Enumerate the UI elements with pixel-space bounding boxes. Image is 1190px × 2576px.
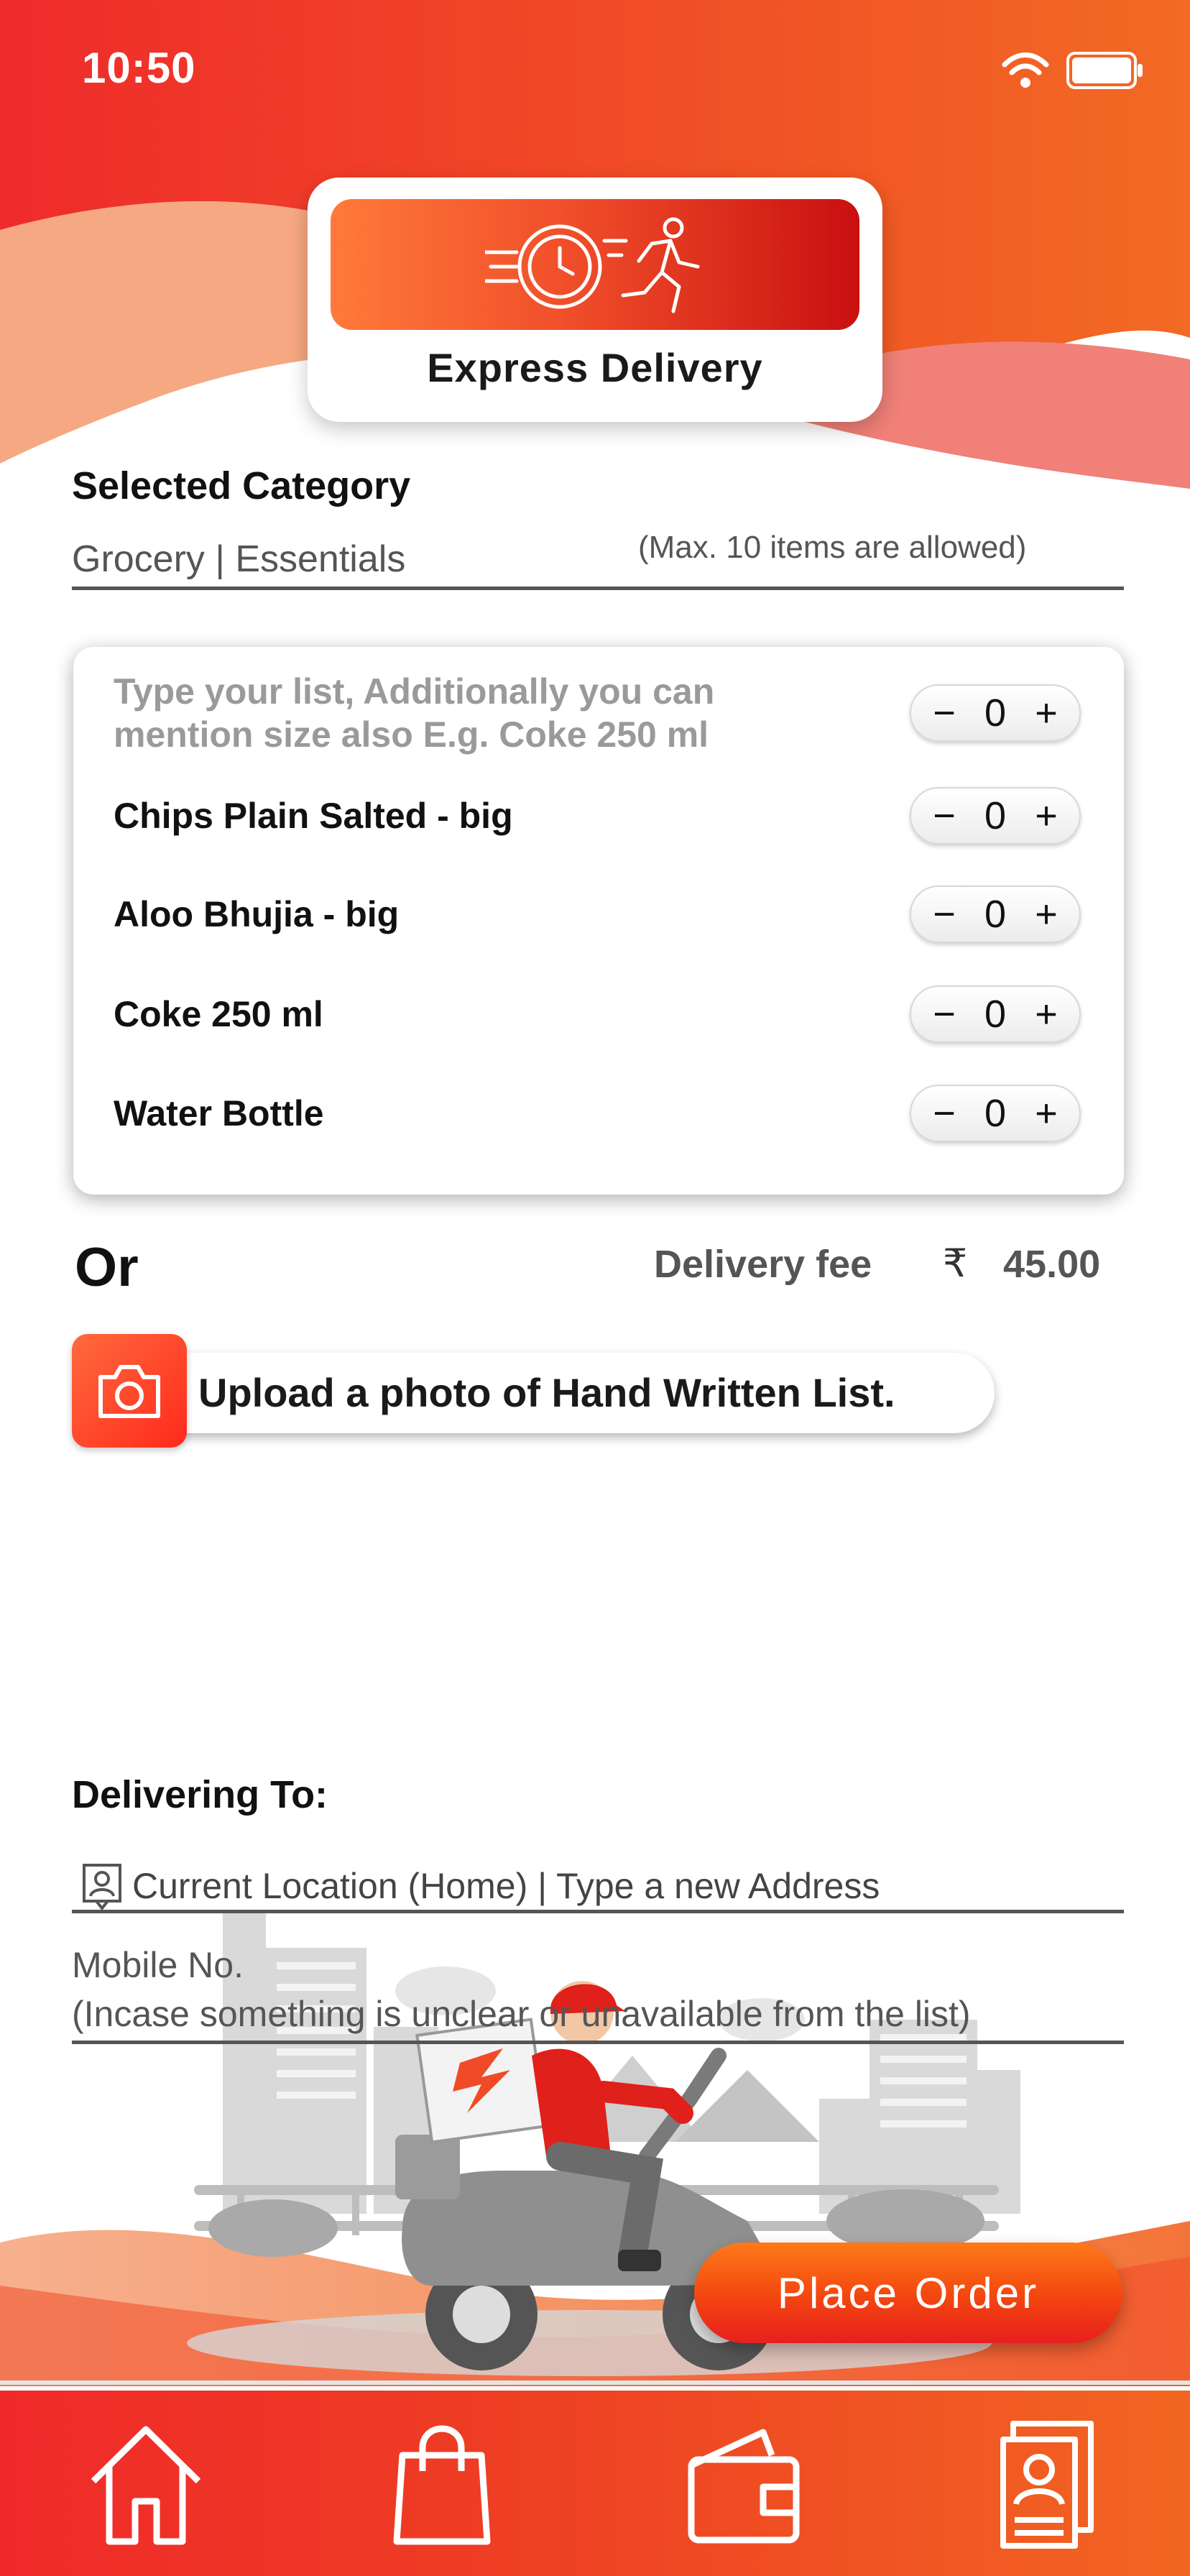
quantity-stepper[interactable]: − 0 + <box>910 787 1081 845</box>
quantity-stepper[interactable]: − 0 + <box>910 1085 1081 1142</box>
status-time: 10:50 <box>82 44 196 92</box>
upload-photo-label: Upload a photo of Hand Written List. <box>198 1370 895 1415</box>
item-name[interactable]: Water Bottle <box>114 1092 324 1134</box>
nav-divider <box>0 2380 1190 2385</box>
mobile-hint: (Incase something is unclear or unavaila… <box>72 1994 971 2034</box>
list-item: Coke 250 ml − 0 + <box>114 985 1081 1043</box>
nav-profile[interactable] <box>984 2415 1107 2552</box>
item-name[interactable]: Aloo Bhujia - big <box>114 893 399 935</box>
item-name[interactable]: Chips Plain Salted - big <box>114 795 513 837</box>
shopping-bag-icon <box>393 2425 491 2545</box>
mobile-number-field[interactable]: Mobile No. (Incase something is unclear … <box>72 1941 1124 2044</box>
camera-button[interactable] <box>72 1334 187 1448</box>
bottom-navigation <box>0 2391 1190 2576</box>
quantity-value: 0 <box>984 993 1007 1036</box>
quantity-value: 0 <box>984 691 1007 735</box>
category-divider <box>72 586 1124 590</box>
list-item: Type your list, Additionally you can men… <box>114 670 1081 756</box>
express-banner <box>331 199 859 330</box>
plus-icon[interactable]: + <box>1030 794 1062 838</box>
plus-icon[interactable]: + <box>1030 1091 1062 1136</box>
wallet-icon <box>688 2429 800 2544</box>
item-list-card: Type your list, Additionally you can men… <box>73 647 1124 1195</box>
quantity-stepper[interactable]: − 0 + <box>910 886 1081 943</box>
minus-icon[interactable]: − <box>928 1091 960 1136</box>
plus-icon[interactable]: + <box>1030 992 1062 1036</box>
item-name[interactable]: Coke 250 ml <box>114 993 323 1035</box>
battery-icon <box>1066 52 1143 89</box>
list-item: Chips Plain Salted - big − 0 + <box>114 787 1081 845</box>
quantity-value: 0 <box>984 794 1007 837</box>
quantity-stepper[interactable]: − 0 + <box>910 684 1081 742</box>
profile-document-icon <box>1000 2421 1094 2549</box>
address-contact-icon <box>83 1864 121 1910</box>
list-item: Aloo Bhujia - big − 0 + <box>114 886 1081 943</box>
selected-category-value[interactable]: Grocery | Essentials <box>72 538 405 581</box>
nav-shop[interactable] <box>381 2415 503 2552</box>
max-items-note: (Max. 10 items are allowed) <box>638 530 1027 565</box>
delivery-fee-value: 45.00 <box>1003 1243 1101 1286</box>
wifi-icon <box>1002 52 1049 88</box>
rupee-icon: ₹ <box>943 1242 968 1285</box>
quantity-value: 0 <box>984 893 1007 936</box>
minus-icon[interactable]: − <box>928 794 960 838</box>
list-item: Water Bottle − 0 + <box>114 1085 1081 1142</box>
page-title: Express Delivery <box>427 345 763 390</box>
mobile-label: Mobile No. <box>72 1945 244 1985</box>
express-delivery-card: Express Delivery <box>308 178 882 422</box>
or-label: Or <box>75 1237 139 1298</box>
minus-icon[interactable]: − <box>928 892 960 937</box>
home-icon <box>91 2426 201 2545</box>
place-order-button[interactable]: Place Order <box>694 2242 1122 2343</box>
minus-icon[interactable]: − <box>928 691 960 735</box>
fast-delivery-icon <box>485 217 700 313</box>
plus-icon[interactable]: + <box>1030 691 1062 735</box>
quantity-stepper[interactable]: − 0 + <box>910 985 1081 1043</box>
list-input-placeholder[interactable]: Type your list, Additionally you can men… <box>114 670 832 756</box>
address-field[interactable] <box>72 1863 1124 1913</box>
minus-icon[interactable]: − <box>928 992 960 1036</box>
plus-icon[interactable]: + <box>1030 892 1062 937</box>
upload-photo-button[interactable]: Upload a photo of Hand Written List. <box>79 1353 995 1433</box>
delivering-to-title: Delivering To: <box>72 1773 328 1816</box>
address-input[interactable] <box>132 1863 1110 1909</box>
selected-category-title: Selected Category <box>72 464 411 507</box>
nav-home[interactable] <box>85 2415 207 2552</box>
quantity-value: 0 <box>984 1092 1007 1135</box>
nav-wallet[interactable] <box>683 2415 805 2552</box>
camera-icon <box>98 1365 160 1418</box>
delivery-fee-label: Delivery fee <box>654 1243 872 1286</box>
